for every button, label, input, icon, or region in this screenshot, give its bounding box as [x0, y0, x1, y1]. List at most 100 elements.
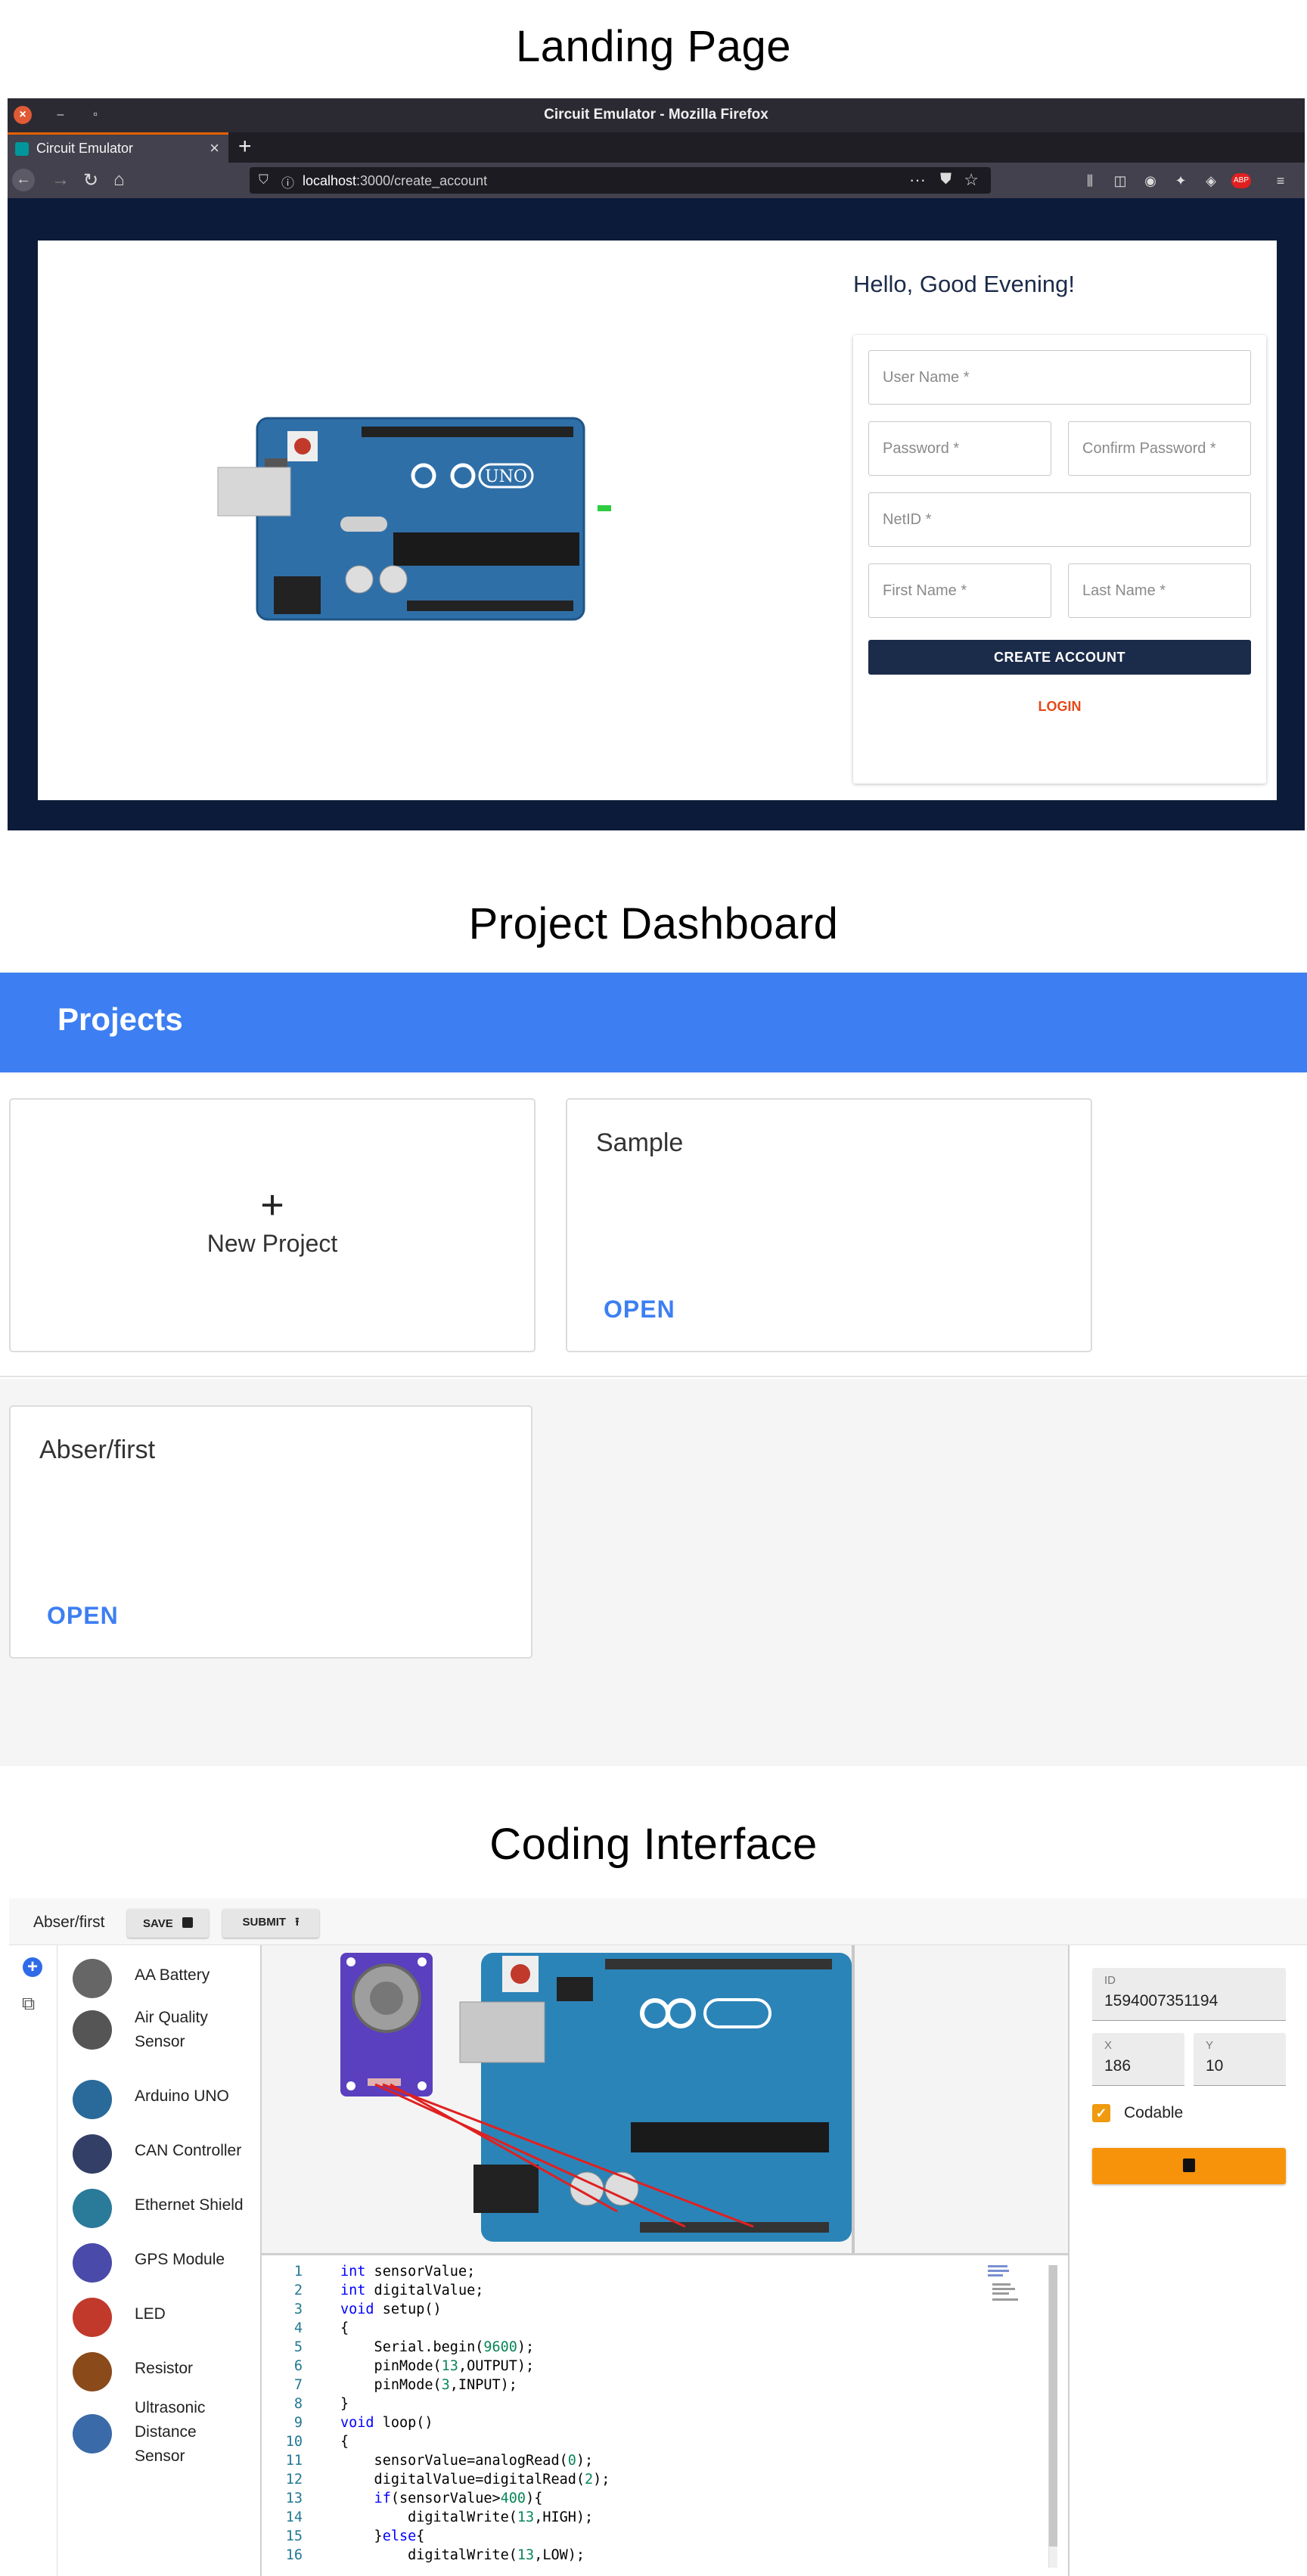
home-icon[interactable]: ⌂: [113, 169, 125, 191]
delete-component-button[interactable]: [1092, 2148, 1286, 2184]
floppy-disk-icon: [182, 1916, 193, 1928]
circuit-diagram: [340, 1945, 855, 2253]
url-text[interactable]: localhost:3000/create_account: [303, 173, 487, 189]
id-label: ID: [1104, 1974, 1116, 1987]
code-text: {: [340, 2320, 349, 2336]
menu-icon[interactable]: ≡: [1272, 172, 1289, 189]
confirm-password-input[interactable]: [1069, 422, 1250, 475]
browser-tab[interactable]: Circuit Emulator ×: [8, 132, 228, 163]
circuit-canvas[interactable]: [262, 1945, 1068, 2255]
new-project-label: New Project: [206, 1230, 338, 1257]
arduino-uno-illustration: UNO: [217, 417, 611, 621]
tracking-shield-icon[interactable]: ⛉: [259, 172, 269, 188]
component-list: AA Battery Air Quality Sensor Arduino UNO C…: [57, 1945, 262, 2576]
add-component-icon[interactable]: +: [23, 1957, 42, 1977]
battery-icon: [73, 1959, 112, 1998]
project-title: Sample: [596, 1128, 684, 1157]
save-button[interactable]: SAVE: [127, 1909, 209, 1938]
section-title-landing: Landing Page: [516, 22, 791, 71]
open-project-button[interactable]: OPEN: [604, 1296, 675, 1324]
account-icon[interactable]: ◉: [1142, 172, 1159, 189]
section-title-coding: Coding Interface: [489, 1820, 818, 1869]
new-project-card[interactable]: + New Project: [9, 1098, 536, 1352]
password-field[interactable]: [868, 421, 1051, 476]
component-label: AA Battery: [135, 1966, 210, 1984]
first-name-input[interactable]: [869, 564, 1051, 617]
code-text: void loop(): [340, 2415, 433, 2431]
browser-titlebar: × – ▫ Circuit Emulator - Mozilla Firefox: [8, 98, 1305, 132]
confirm-password-field[interactable]: [1068, 421, 1251, 476]
submit-button[interactable]: SUBMIT ⭱: [222, 1909, 319, 1938]
library-icon[interactable]: ⫼: [1082, 172, 1098, 189]
extension-icon-2[interactable]: ◈: [1203, 172, 1219, 189]
line-number: 14: [285, 2509, 303, 2525]
y-value: 10: [1206, 2057, 1224, 2075]
code-text: digitalValue=digitalRead(2);: [340, 2472, 610, 2488]
password-input[interactable]: [869, 422, 1051, 475]
code-minimap[interactable]: [988, 2265, 1021, 2308]
x-label: X: [1104, 2039, 1113, 2052]
dashboard-title: Projects: [57, 1001, 183, 1037]
login-link[interactable]: LOGIN: [853, 699, 1266, 715]
last-name-input[interactable]: [1069, 564, 1250, 617]
coding-interface: Abser/first SAVE SUBMIT ⭱ + ⧉ AA Battery…: [9, 1898, 1307, 2576]
pocket-icon[interactable]: ⛊: [940, 171, 952, 188]
codable-checkbox[interactable]: ✓: [1092, 2104, 1110, 2122]
project-row-1: + New Project Sample OPEN: [0, 1072, 1307, 1377]
code-text: if(sensorValue>400){: [374, 2491, 543, 2506]
y-field[interactable]: Y 10: [1194, 2033, 1286, 2086]
x-value: 186: [1104, 2057, 1132, 2075]
new-tab-icon[interactable]: +: [238, 134, 252, 160]
component-item[interactable]: AA Battery: [73, 1954, 262, 2000]
forward-icon[interactable]: →: [51, 169, 70, 191]
open-project-button[interactable]: OPEN: [47, 1602, 119, 1630]
browser-tabbar: Circuit Emulator × +: [8, 132, 1305, 163]
component-item[interactable]: GPS Module: [73, 2239, 262, 2284]
ide-side-rail: + ⧉: [9, 1945, 57, 2576]
netid-field[interactable]: [868, 492, 1251, 547]
extension-icon[interactable]: ✦: [1172, 172, 1189, 189]
air-quality-sensor-icon: [73, 2010, 112, 2050]
component-tree-icon[interactable]: ⧉: [22, 1994, 35, 2015]
project-name: Abser/first: [33, 1913, 105, 1931]
create-account-button[interactable]: CREATE ACCOUNT: [868, 640, 1251, 675]
username-input[interactable]: [869, 351, 1250, 404]
component-item[interactable]: Arduino UNO: [73, 2075, 262, 2121]
arduino-icon: [73, 2080, 112, 2119]
line-number: 11: [285, 2453, 303, 2469]
sidebar-icon[interactable]: ◫: [1112, 172, 1128, 189]
editor-scrollbar[interactable]: [1048, 2265, 1057, 2568]
line-number: 10: [285, 2434, 303, 2450]
id-field[interactable]: ID 1594007351194: [1092, 1968, 1286, 2021]
line-number: 3: [293, 2301, 303, 2317]
editor-scroll-thumb[interactable]: [1049, 2265, 1057, 2547]
code-text: digitalWrite(13,HIGH);: [340, 2509, 594, 2525]
upload-icon: ⭱: [295, 1915, 300, 1929]
x-field[interactable]: X 186: [1092, 2033, 1184, 2086]
trash-icon: [1183, 2158, 1195, 2172]
component-item[interactable]: Ultrasonic Distance Sensor: [73, 2399, 262, 2472]
component-item[interactable]: Ethernet Shield: [73, 2184, 262, 2230]
close-tab-icon[interactable]: ×: [210, 138, 219, 158]
code-editor[interactable]: 1 int sensorValue; 2 int digitalValue; 3 void…: [262, 2258, 1068, 2576]
line-number: 15: [285, 2528, 303, 2544]
bookmark-star-icon[interactable]: ☆: [964, 170, 979, 190]
back-icon[interactable]: ←: [12, 169, 35, 191]
site-info-icon[interactable]: ⓘ: [281, 172, 294, 191]
netid-input[interactable]: [869, 493, 1250, 546]
first-name-field[interactable]: [868, 563, 1051, 618]
username-field[interactable]: [868, 350, 1251, 405]
page-actions-icon[interactable]: ···: [909, 170, 926, 190]
component-item[interactable]: Air Quality Sensor: [73, 2006, 262, 2059]
component-item[interactable]: LED: [73, 2293, 262, 2339]
line-number: 8: [293, 2396, 303, 2412]
adblock-icon[interactable]: ABP: [1231, 173, 1251, 188]
url-bar[interactable]: ⛉ ⓘ localhost:3000/create_account ··· ⛊ …: [250, 167, 991, 194]
browser-navbar: ← → ↻ ⌂ ⛉ ⓘ localhost:3000/create_accoun…: [8, 163, 1305, 198]
line-number: 16: [285, 2547, 303, 2563]
component-item[interactable]: Resistor: [73, 2348, 262, 2393]
reload-icon[interactable]: ↻: [83, 169, 98, 191]
section-title-dashboard: Project Dashboard: [468, 899, 839, 948]
last-name-field[interactable]: [1068, 563, 1251, 618]
component-item[interactable]: CAN Controller: [73, 2130, 262, 2175]
